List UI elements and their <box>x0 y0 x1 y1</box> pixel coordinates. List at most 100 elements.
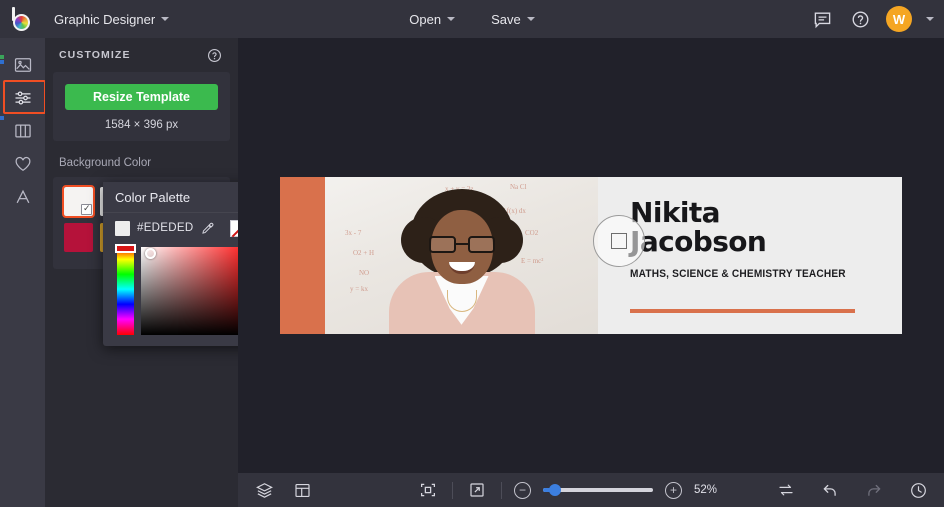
chevron-down-icon <box>447 17 455 21</box>
sidebar-item-favorites[interactable] <box>0 147 45 180</box>
toolbar-divider <box>501 482 502 499</box>
page-layout-icon <box>293 481 312 500</box>
zoom-level-value[interactable]: 52% <box>694 484 724 496</box>
fit-to-screen-icon <box>419 481 437 499</box>
expand-button[interactable] <box>465 478 489 502</box>
feedback-button[interactable] <box>810 7 834 31</box>
logo-circle-placeholder[interactable] <box>593 215 645 267</box>
chevron-down-icon <box>527 17 535 21</box>
swap-button[interactable] <box>774 478 798 502</box>
accent-underline[interactable] <box>630 309 855 313</box>
zoom-out-button[interactable]: − <box>514 482 531 499</box>
top-toolbar: Graphic Designer Open Save <box>0 0 944 38</box>
background-color-label: Background Color <box>59 157 238 169</box>
redo-button[interactable] <box>862 478 886 502</box>
edge-mark <box>0 60 4 64</box>
undo-button[interactable] <box>818 478 842 502</box>
left-tool-rail <box>0 38 45 507</box>
panel-help-button[interactable] <box>202 43 226 67</box>
expand-icon <box>468 481 486 499</box>
image-icon <box>13 55 33 75</box>
accent-bar[interactable] <box>280 177 325 334</box>
panel-title: CUSTOMIZE <box>59 49 131 61</box>
bottom-right-tools <box>774 478 930 502</box>
edge-mark <box>0 116 4 120</box>
undo-icon <box>821 481 839 499</box>
sidebar-item-customize[interactable] <box>0 81 45 114</box>
rail-top-spacer <box>0 38 45 48</box>
current-color-swatch[interactable] <box>115 221 130 236</box>
role-subtitle[interactable]: MATHS, SCIENCE & CHEMISTRY TEACHER <box>630 268 880 280</box>
zoom-slider[interactable] <box>543 488 653 492</box>
toolbar-divider <box>452 482 453 499</box>
avatar[interactable]: W <box>886 6 912 32</box>
swatch-selected-check-icon <box>81 204 92 215</box>
help-button[interactable] <box>848 7 872 31</box>
help-circle-icon <box>851 10 870 29</box>
swatch-white[interactable] <box>64 187 93 216</box>
bottom-left-tools <box>238 478 314 502</box>
template-dimensions: 1584 × 396 px <box>65 119 218 131</box>
lens-right <box>468 236 495 253</box>
redo-icon <box>865 481 883 499</box>
panel-header: CUSTOMIZE <box>45 38 238 72</box>
eyedropper-icon <box>201 222 214 235</box>
zoom-in-button[interactable]: + <box>665 482 682 499</box>
document-title-dropdown[interactable]: Graphic Designer <box>44 6 179 32</box>
name-line-2: Jacobson <box>630 228 902 257</box>
account-chevron-down-icon[interactable] <box>926 17 934 21</box>
whiteboard-scribble: 3x - 7 <box>345 229 361 237</box>
sidebar-item-image-manager[interactable] <box>0 48 45 81</box>
hue-slider-handle[interactable] <box>115 244 136 253</box>
sliders-icon <box>13 88 33 108</box>
design-canvas[interactable]: x + y = 2z Na Cl H2O ∫ f(x) dx a² + b² C… <box>280 177 902 334</box>
layers-button[interactable] <box>252 478 276 502</box>
layers-icon <box>255 481 274 500</box>
save-button[interactable]: Save <box>481 6 545 32</box>
sidebar-item-text[interactable] <box>0 180 45 213</box>
bottom-center-tools: − + 52% <box>416 478 724 502</box>
text-block[interactable]: Nikita Jacobson MATHS, SCIENCE & CHEMIST… <box>598 177 902 334</box>
open-button-label: Open <box>409 12 441 27</box>
fit-to-screen-button[interactable] <box>416 478 440 502</box>
saturation-value-handle[interactable] <box>145 248 156 259</box>
edge-mark <box>0 55 4 59</box>
swap-icon <box>777 481 795 499</box>
person-illustration <box>387 184 537 334</box>
top-center-actions: Open Save <box>377 6 567 32</box>
heart-icon <box>13 154 33 174</box>
sidebar-item-layouts[interactable] <box>0 114 45 147</box>
whiteboard-scribble: NO <box>359 269 369 277</box>
save-button-label: Save <box>491 12 521 27</box>
page-layout-button[interactable] <box>290 478 314 502</box>
resize-template-button[interactable]: Resize Template <box>65 84 218 110</box>
top-right-actions: W <box>810 0 934 38</box>
logo-square-icon <box>611 233 627 249</box>
scroll-annotation-marks <box>0 38 4 507</box>
canvas-workspace[interactable]: x + y = 2z Na Cl H2O ∫ f(x) dx a² + b² C… <box>238 38 944 473</box>
comment-icon <box>813 10 832 29</box>
text-icon <box>13 187 33 207</box>
designer-name[interactable]: Nikita Jacobson <box>630 199 902 256</box>
bottom-toolbar: − + 52% <box>238 473 944 507</box>
columns-icon <box>13 121 33 141</box>
lens-left <box>429 236 456 253</box>
whiteboard-scribble: O2 + H <box>353 249 374 257</box>
history-clock-icon <box>909 481 928 500</box>
zoom-slider-handle[interactable] <box>549 484 561 496</box>
name-line-1: Nikita <box>630 199 902 228</box>
logo-color-wheel <box>13 14 30 31</box>
app-logo[interactable] <box>0 0 44 38</box>
photo-element[interactable]: x + y = 2z Na Cl H2O ∫ f(x) dx a² + b² C… <box>325 177 598 334</box>
hex-value[interactable]: #EDEDED <box>137 222 193 234</box>
hue-slider[interactable] <box>117 247 134 335</box>
history-button[interactable] <box>906 478 930 502</box>
app-root: Graphic Designer Open Save <box>0 0 944 507</box>
eyedropper-button[interactable] <box>201 222 214 235</box>
document-title-label: Graphic Designer <box>54 12 155 27</box>
swatch-crimson[interactable] <box>64 223 93 252</box>
befunky-logo-icon <box>10 7 34 31</box>
help-circle-icon <box>207 48 222 63</box>
whiteboard-scribble: y = kx <box>350 285 368 293</box>
open-button[interactable]: Open <box>399 6 465 32</box>
